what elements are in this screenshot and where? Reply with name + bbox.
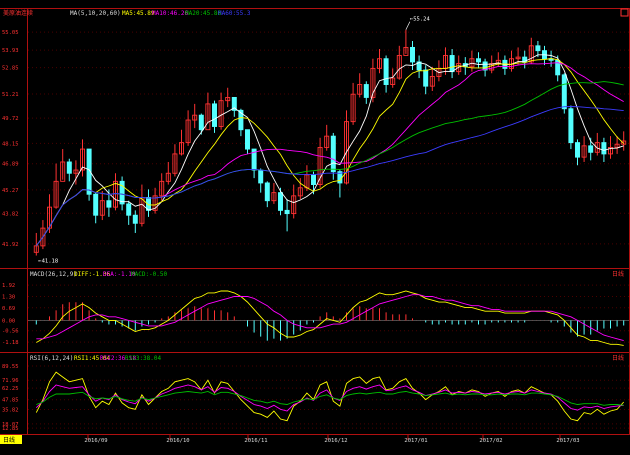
max-pointer bbox=[405, 21, 411, 30]
rsi-tick-label: 12.85 bbox=[2, 426, 19, 432]
min-price-label: ←41.18 bbox=[38, 259, 58, 265]
candle-body bbox=[423, 69, 429, 87]
candle-body bbox=[561, 74, 567, 110]
security-name: 美原油连续 bbox=[3, 9, 33, 17]
candle-body bbox=[66, 161, 72, 174]
macd-legend: MACD(26,12,9) DIFF:-1.36 DEA:-1.10 MACD:… bbox=[30, 270, 624, 278]
candle-body bbox=[476, 58, 481, 63]
candle-body bbox=[284, 209, 290, 215]
macd-diff-line bbox=[36, 290, 624, 346]
candle-body bbox=[311, 174, 316, 186]
price-tick-label: 48.15 bbox=[2, 141, 19, 147]
macd-plot bbox=[28, 290, 629, 346]
candle-body bbox=[588, 145, 594, 153]
date-label: 2016/10 bbox=[166, 438, 189, 444]
candle-body bbox=[119, 180, 125, 205]
ma10-value: MA10:46.26 bbox=[152, 10, 189, 17]
rsi-legend: RSI(6,12,24) RSI1:45.04 RSI2:36.18 RSI3:… bbox=[30, 354, 624, 362]
date-label: 2017/02 bbox=[479, 438, 502, 444]
ma10-line bbox=[35, 58, 625, 247]
max-price-label: ←55.24 bbox=[410, 17, 431, 23]
candle-body bbox=[198, 114, 204, 131]
candle-body bbox=[568, 108, 574, 144]
date-label: 2016/12 bbox=[324, 438, 347, 444]
date-label: 2017/01 bbox=[404, 438, 427, 444]
rsi-tick-label: 47.85 bbox=[2, 398, 19, 404]
candle-body bbox=[601, 142, 607, 155]
price-tick-label: 51.21 bbox=[2, 92, 19, 98]
candle-body bbox=[212, 103, 217, 127]
price-plot: ←55.24 ←41.18 bbox=[33, 17, 627, 265]
price-tick-label: 43.82 bbox=[2, 211, 19, 217]
macd-tick-label: 0.69 bbox=[2, 306, 15, 312]
candle-body bbox=[106, 200, 112, 208]
candle-body bbox=[330, 135, 336, 173]
macd-tick-label: 0.00 bbox=[2, 318, 15, 324]
ma60-value: MA60:55.3 bbox=[218, 10, 251, 17]
price-tick-label: 49.72 bbox=[2, 116, 19, 122]
rsi-tick-label: 35.82 bbox=[2, 407, 19, 413]
chart-canvas: 55.05 53.93 52.85 51.21 49.72 48.15 46.89 45.27… bbox=[0, 8, 630, 444]
price-tick-label: 55.05 bbox=[2, 30, 19, 36]
candle-body bbox=[535, 45, 541, 52]
macd-tick-label: -1.18 bbox=[2, 340, 19, 346]
ma20-line bbox=[35, 62, 624, 247]
ma60-line bbox=[35, 106, 624, 247]
price-tick-label: 45.27 bbox=[2, 188, 19, 194]
candle-body bbox=[258, 169, 264, 184]
macd-dea-line bbox=[36, 294, 624, 342]
macd-label: MACD(26,12,9) bbox=[30, 271, 77, 278]
footer-bar: 日线 2016/09 2016/10 2016/11 2016/12 2017/01 20… bbox=[0, 435, 580, 444]
date-label: 2017/03 bbox=[556, 438, 579, 444]
panel-corner-marker[interactable] bbox=[620, 8, 629, 17]
price-legend: 美原油连续 MA(5,10,20,60) MA5:45.89 MA10:46.2… bbox=[3, 9, 251, 17]
rsi-label: RSI(6,12,24) bbox=[30, 355, 73, 362]
macd-bar-value: MACD:-0.50 bbox=[131, 271, 168, 278]
rsi-plot bbox=[35, 371, 625, 422]
ma-params: MA(5,10,20,60) bbox=[70, 10, 121, 17]
rsi-tick-label: 62.25 bbox=[2, 386, 19, 392]
macd-tick-label: 1.92 bbox=[2, 283, 15, 289]
date-label: 2016/09 bbox=[84, 438, 107, 444]
candle-body bbox=[449, 55, 455, 73]
candle-body bbox=[245, 129, 250, 150]
macd-tick-label: -0.56 bbox=[2, 329, 19, 335]
candle-body bbox=[132, 214, 138, 224]
rsi-tick-label: 71.96 bbox=[2, 378, 19, 384]
candle-body bbox=[410, 46, 415, 63]
date-axis: 2016/09 2016/10 2016/11 2016/12 2017/01 2017/… bbox=[84, 435, 580, 444]
price-tick-label: 53.93 bbox=[2, 48, 19, 54]
candle-body bbox=[264, 182, 270, 202]
candle-body bbox=[93, 193, 99, 216]
rsi-tick-label: 89.55 bbox=[2, 364, 19, 370]
ma5-line bbox=[35, 54, 624, 247]
candle-body bbox=[363, 84, 369, 98]
macd-period-tag: 日线 bbox=[612, 270, 624, 278]
frame bbox=[0, 8, 630, 435]
rsi3-value: RSI3:38.04 bbox=[125, 355, 162, 362]
ma20-value: MA20:45.86 bbox=[185, 10, 222, 17]
price-tick-label: 46.89 bbox=[2, 162, 19, 168]
ma5-value: MA5:45.89 bbox=[122, 10, 155, 17]
candle-body bbox=[383, 58, 389, 85]
date-label: 2016/11 bbox=[244, 438, 267, 444]
candle-body bbox=[278, 192, 283, 211]
candle-body bbox=[575, 142, 580, 158]
candle-body bbox=[126, 203, 132, 216]
macd-tick-label: 1.30 bbox=[2, 295, 15, 301]
price-tick-label: 41.92 bbox=[2, 242, 19, 248]
period-button[interactable]: 日线 bbox=[3, 436, 15, 444]
price-tick-label: 52.85 bbox=[2, 66, 19, 72]
rsi-period-tag: 日线 bbox=[612, 354, 624, 362]
